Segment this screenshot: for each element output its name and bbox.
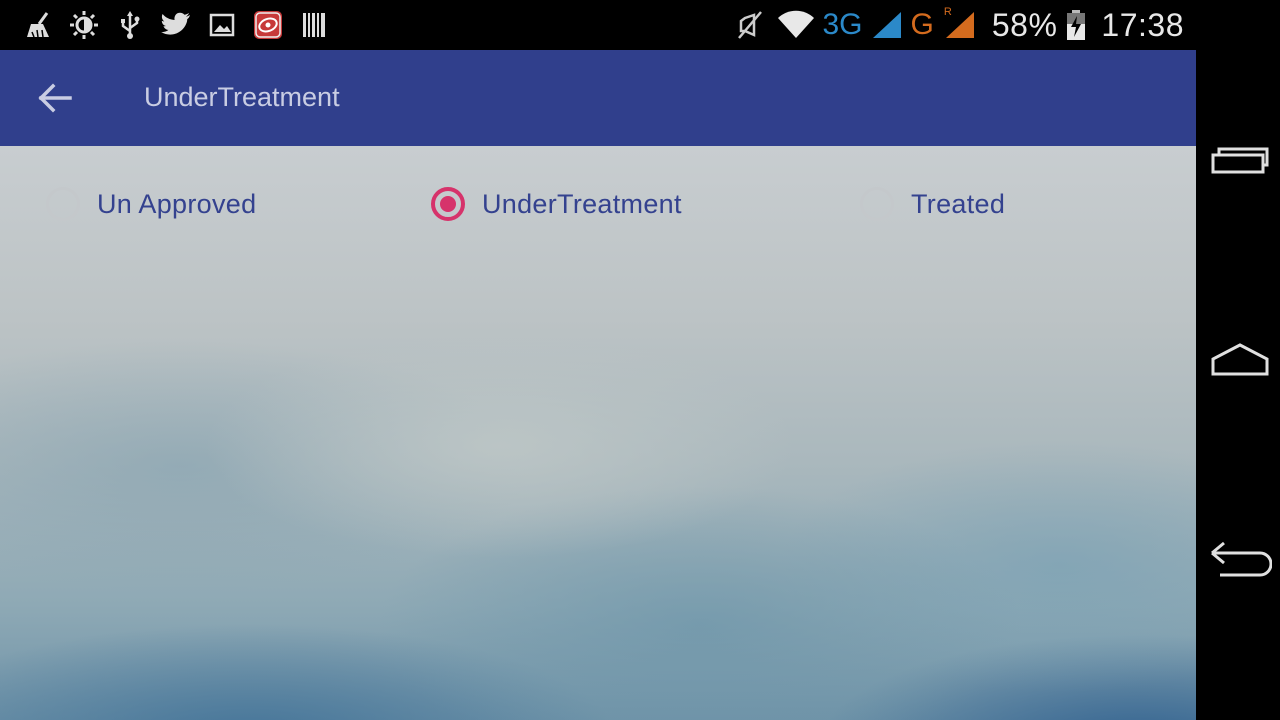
clock: 17:38 bbox=[1101, 6, 1184, 43]
arrow-left-icon bbox=[38, 83, 72, 113]
back-nav-button[interactable] bbox=[1208, 534, 1272, 584]
app-notification-icon bbox=[252, 9, 284, 41]
network-g-label: G bbox=[910, 8, 934, 41]
barcode-icon bbox=[298, 9, 330, 41]
home-button[interactable] bbox=[1208, 334, 1272, 384]
wifi-icon bbox=[777, 10, 815, 40]
muted-icon bbox=[735, 10, 765, 40]
radio-label: Un Approved bbox=[97, 188, 257, 219]
image-icon bbox=[206, 9, 238, 41]
status-bar: 3G G R 58% 17:38 bbox=[0, 0, 1196, 50]
battery-percent: 58% bbox=[991, 6, 1058, 43]
network-3g-label: 3G bbox=[822, 8, 863, 41]
radio-treated[interactable]: Treated bbox=[860, 182, 1005, 226]
recent-apps-icon bbox=[1211, 147, 1269, 174]
page-title: UnderTreatment bbox=[144, 82, 340, 112]
twitter-icon bbox=[160, 9, 192, 41]
signal-icon bbox=[871, 10, 903, 40]
radio-un-approved[interactable]: Un Approved bbox=[46, 182, 256, 226]
system-navigation-bar bbox=[1196, 0, 1280, 720]
radio-circle bbox=[46, 187, 80, 221]
notification-icons bbox=[22, 8, 330, 42]
radio-label: Treated bbox=[911, 188, 1006, 219]
roaming-r-label: R bbox=[943, 6, 952, 18]
system-status: 3G G R 58% 17:38 bbox=[735, 6, 1185, 44]
radio-selected-dot bbox=[440, 196, 456, 212]
recent-apps-button[interactable] bbox=[1208, 134, 1272, 184]
home-icon bbox=[1211, 343, 1269, 376]
brightness-icon bbox=[68, 9, 100, 41]
radio-undertreatment[interactable]: UnderTreatment bbox=[431, 182, 682, 226]
back-button[interactable] bbox=[36, 80, 76, 116]
usb-icon bbox=[114, 9, 146, 41]
battery-charging-icon bbox=[1065, 9, 1087, 41]
radio-circle bbox=[860, 187, 894, 221]
status-filter-group: Un Approved UnderTreatment Treated bbox=[0, 182, 1196, 226]
back-icon bbox=[1211, 541, 1272, 577]
roaming-signal-icon: R bbox=[942, 6, 976, 40]
radio-circle-selected bbox=[431, 187, 465, 221]
app-bar: UnderTreatment bbox=[0, 50, 1196, 146]
main-content: Un Approved UnderTreatment Treated bbox=[0, 146, 1196, 720]
cleaner-icon bbox=[22, 9, 54, 41]
radio-label: UnderTreatment bbox=[482, 188, 682, 219]
